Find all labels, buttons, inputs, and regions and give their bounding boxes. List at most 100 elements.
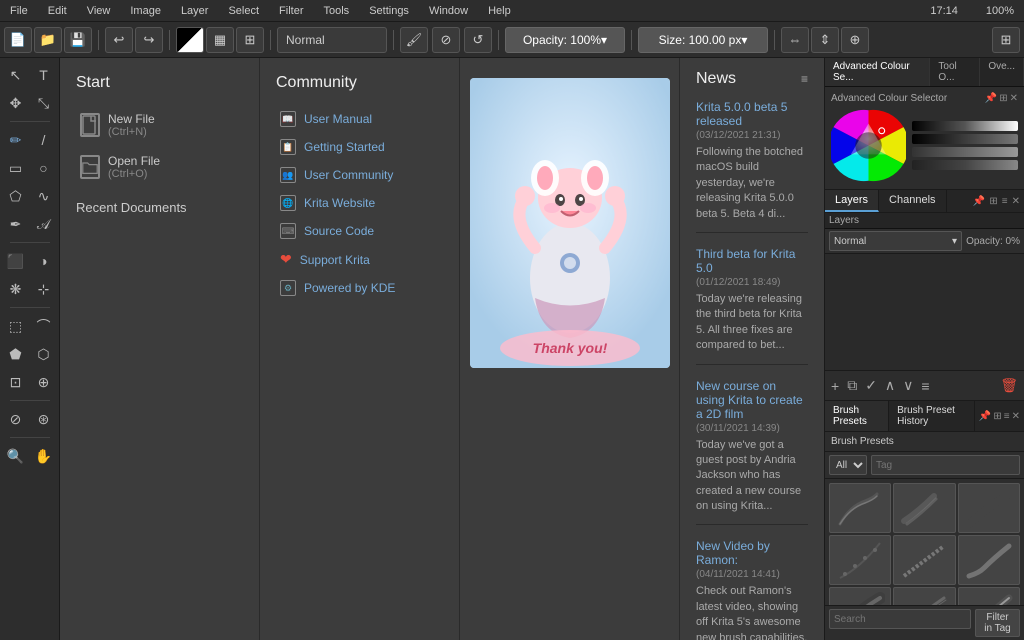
menu-window[interactable]: Window xyxy=(425,3,472,19)
menu-edit[interactable]: Edit xyxy=(44,3,71,19)
gradient-button[interactable]: ▦ xyxy=(206,27,234,53)
news-item-1-title[interactable]: Third beta for Krita 5.0 xyxy=(696,247,808,275)
move-layer-up-button[interactable]: ∧ xyxy=(883,375,897,396)
brush-presets-tab[interactable]: Brush Presets xyxy=(825,401,889,431)
menu-help[interactable]: Help xyxy=(484,3,515,19)
menu-select[interactable]: Select xyxy=(224,3,263,19)
channels-tab[interactable]: Channels xyxy=(879,190,946,212)
line-tool[interactable]: / xyxy=(31,127,57,153)
refresh-button[interactable]: ↺ xyxy=(464,27,492,53)
colour-pin-icon[interactable]: 📌 xyxy=(985,93,997,104)
undo-button[interactable]: ↩ xyxy=(105,27,133,53)
transform-tool[interactable]: ⤡ xyxy=(31,90,57,116)
layer-style-button[interactable]: ≡ xyxy=(919,376,931,396)
news-item-3-title[interactable]: New Video by Ramon: xyxy=(696,539,808,567)
new-file-button[interactable]: 📄 xyxy=(4,27,32,53)
brush-menu-icon[interactable]: ≡ xyxy=(1004,411,1010,422)
opacity-display[interactable]: Opacity: 100% ▾ xyxy=(505,27,625,53)
open-file-button[interactable]: 📁 xyxy=(34,27,62,53)
freehand-path-tool[interactable]: ✒ xyxy=(3,211,29,237)
eraser-button[interactable]: ⊘ xyxy=(432,27,460,53)
brush-item-1[interactable] xyxy=(829,483,891,533)
layers-close-icon[interactable]: ✕ xyxy=(1012,196,1020,207)
brightness-slider[interactable] xyxy=(912,121,1018,131)
brush-item-5[interactable] xyxy=(893,535,955,585)
size-display[interactable]: Size: 100.00 px ▾ xyxy=(638,27,768,53)
zoom-view-tool[interactable]: 🔍 xyxy=(3,443,29,469)
user-community-link[interactable]: 👥 User Community xyxy=(276,162,443,188)
brush-item-8[interactable] xyxy=(893,587,955,605)
pointer-tool[interactable]: ↖ xyxy=(3,62,29,88)
blend-mode-selector[interactable]: Normal xyxy=(277,27,387,53)
overview-tab[interactable]: Ove... xyxy=(980,58,1024,86)
gradient-fill-tool[interactable]: ◑ xyxy=(31,248,57,274)
brush-item-6[interactable] xyxy=(958,535,1020,585)
colour-detach-icon[interactable]: ⊞ xyxy=(999,93,1007,104)
zoom-tool[interactable]: ⊕ xyxy=(31,369,57,395)
source-code-link[interactable]: ⌨ Source Code xyxy=(276,218,443,244)
redo-button[interactable]: ↪ xyxy=(135,27,163,53)
bezier-tool[interactable]: ∿ xyxy=(31,183,57,209)
polygon-tool[interactable]: ⬠ xyxy=(3,183,29,209)
rectangle-tool[interactable]: ▭ xyxy=(3,155,29,181)
news-menu-icon[interactable]: ≡ xyxy=(801,72,808,86)
pattern-button[interactable]: ⊞ xyxy=(236,27,264,53)
brush-tag-filter[interactable]: All xyxy=(829,455,867,475)
tool-options-tab[interactable]: Tool O... xyxy=(930,58,980,86)
freehand-brush-tool[interactable]: ✏ xyxy=(3,127,29,153)
crop-tool[interactable]: ⊡ xyxy=(3,369,29,395)
powered-by-kde-link[interactable]: ⚙ Powered by KDE xyxy=(276,275,443,301)
menu-filter[interactable]: Filter xyxy=(275,3,307,19)
shade-slider-2[interactable] xyxy=(912,147,1018,157)
mirror-v-button[interactable]: ⇕ xyxy=(811,27,839,53)
brush-preset-history-tab[interactable]: Brush Preset History xyxy=(889,401,975,431)
user-manual-link[interactable]: 📖 User Manual xyxy=(276,106,443,132)
new-file-action[interactable]: New File (Ctrl+N) xyxy=(76,106,243,144)
calligraphy-tool[interactable]: 𝒜 xyxy=(31,211,57,237)
color-swatch-button[interactable] xyxy=(176,27,204,53)
brush-detach-icon[interactable]: ⊞ xyxy=(993,411,1001,422)
duplicate-layer-button[interactable]: ⧉ xyxy=(845,375,859,396)
layers-blend-mode[interactable]: Normal ▾ xyxy=(829,231,962,251)
layers-menu-icon[interactable]: ≡ xyxy=(1002,196,1008,207)
colour-close-icon[interactable]: ✕ xyxy=(1010,93,1018,104)
group-layer-button[interactable]: ✓ xyxy=(863,375,879,396)
brush-tool-button[interactable]: 🖌 xyxy=(400,27,428,53)
rectangular-select-tool[interactable]: ⬚ xyxy=(3,313,29,339)
assistant-tool[interactable]: ⊹ xyxy=(31,276,57,302)
wrap-button[interactable]: ⊕ xyxy=(841,27,869,53)
brush-item-7[interactable] xyxy=(829,587,891,605)
open-file-action[interactable]: Open File (Ctrl+O) xyxy=(76,148,243,186)
menu-layer[interactable]: Layer xyxy=(177,3,213,19)
freehand-select-tool[interactable]: ⌒ xyxy=(31,313,57,339)
menu-view[interactable]: View xyxy=(83,3,115,19)
support-krita-link[interactable]: ❤ Support Krita xyxy=(276,246,443,273)
contiguous-select-tool[interactable]: ⬟ xyxy=(3,341,29,367)
brush-search-input[interactable] xyxy=(829,609,971,629)
mirror-h-button[interactable]: ⇔ xyxy=(781,27,809,53)
similar-select-tool[interactable]: ⬡ xyxy=(31,341,57,367)
ellipse-tool[interactable]: ○ xyxy=(31,155,57,181)
multibrush-tool[interactable]: ❋ xyxy=(3,276,29,302)
advanced-colour-tab[interactable]: Advanced Colour Se... xyxy=(825,58,930,86)
eyedropper-tool[interactable]: ⊘ xyxy=(3,406,29,432)
save-file-button[interactable]: 💾 xyxy=(64,27,92,53)
brush-item-4[interactable] xyxy=(829,535,891,585)
move-layer-down-button[interactable]: ∨ xyxy=(901,375,915,396)
layers-detach-icon[interactable]: ⊞ xyxy=(989,196,997,207)
add-layer-button[interactable]: + xyxy=(829,376,841,396)
menu-settings[interactable]: Settings xyxy=(365,3,413,19)
brush-item-9[interactable] xyxy=(958,587,1020,605)
settings-panel-button[interactable]: ⊞ xyxy=(992,27,1020,53)
move-tool[interactable]: ✥ xyxy=(3,90,29,116)
brush-item-3[interactable] xyxy=(958,483,1020,533)
fill-tool[interactable]: ⬛ xyxy=(3,248,29,274)
krita-website-link[interactable]: 🌐 Krita Website xyxy=(276,190,443,216)
menu-file[interactable]: File xyxy=(6,3,32,19)
layers-tab[interactable]: Layers xyxy=(825,190,879,212)
getting-started-link[interactable]: 📋 Getting Started xyxy=(276,134,443,160)
pan-tool[interactable]: ✋ xyxy=(31,443,57,469)
smart-patch-tool[interactable]: ⊛ xyxy=(31,406,57,432)
shade-slider-1[interactable] xyxy=(912,134,1018,144)
shade-slider-3[interactable] xyxy=(912,160,1018,170)
